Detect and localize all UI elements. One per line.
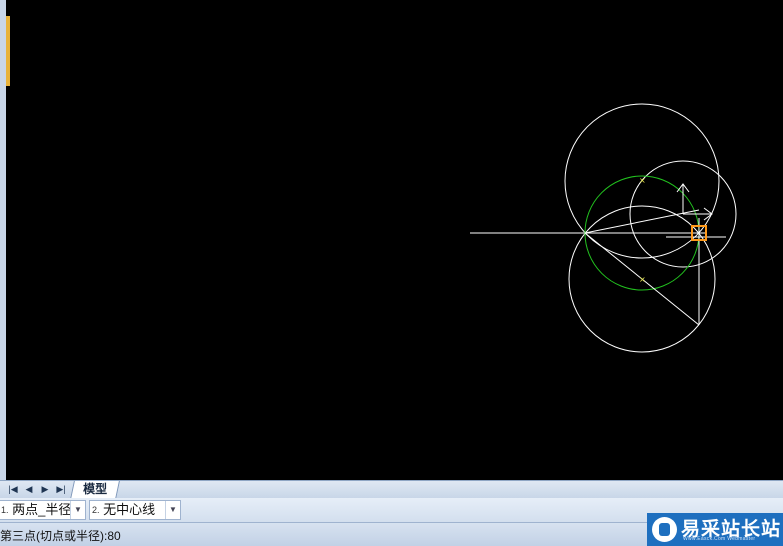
watermark: 易采站长站 Www.Easck.Com Webmaster [647,513,783,546]
centerline-dropdown[interactable]: 2. 无中心线 ▼ [89,500,181,520]
cad-drawing[interactable]: × × [6,0,783,480]
chevron-down-icon[interactable]: ▼ [70,501,85,519]
arc-mode-label: 两点_半径 [12,502,72,517]
layout-tab-bar: |◀ ◀ ▶ ▶| 模型 [0,480,783,499]
last-page-icon[interactable]: ▶| [54,483,68,496]
command-prompt: 第三点(切点或半径):80 [0,529,121,543]
arc-mode-dropdown[interactable]: 1. 两点_半径 ▼ [0,500,86,520]
prev-page-icon[interactable]: ◀ [22,483,36,496]
chevron-down-icon[interactable]: ▼ [165,501,180,519]
first-page-icon[interactable]: |◀ [6,483,20,496]
center-marker-icon: × [639,275,646,284]
tab-model-label: 模型 [83,482,108,496]
centerline-label: 无中心线 [103,502,156,517]
tangent-marker-icon: × [639,176,646,185]
watermark-logo-icon [652,517,677,542]
drawing-canvas[interactable]: × × [0,0,783,480]
arc-mode-number: 1. [1,505,9,515]
centerline-number: 2. [92,505,100,515]
upper-diagonal-line [584,209,700,234]
watermark-subtitle: Www.Easck.Com Webmaster [683,536,756,542]
next-page-icon[interactable]: ▶ [38,483,52,496]
tab-model[interactable]: 模型 [70,481,120,499]
